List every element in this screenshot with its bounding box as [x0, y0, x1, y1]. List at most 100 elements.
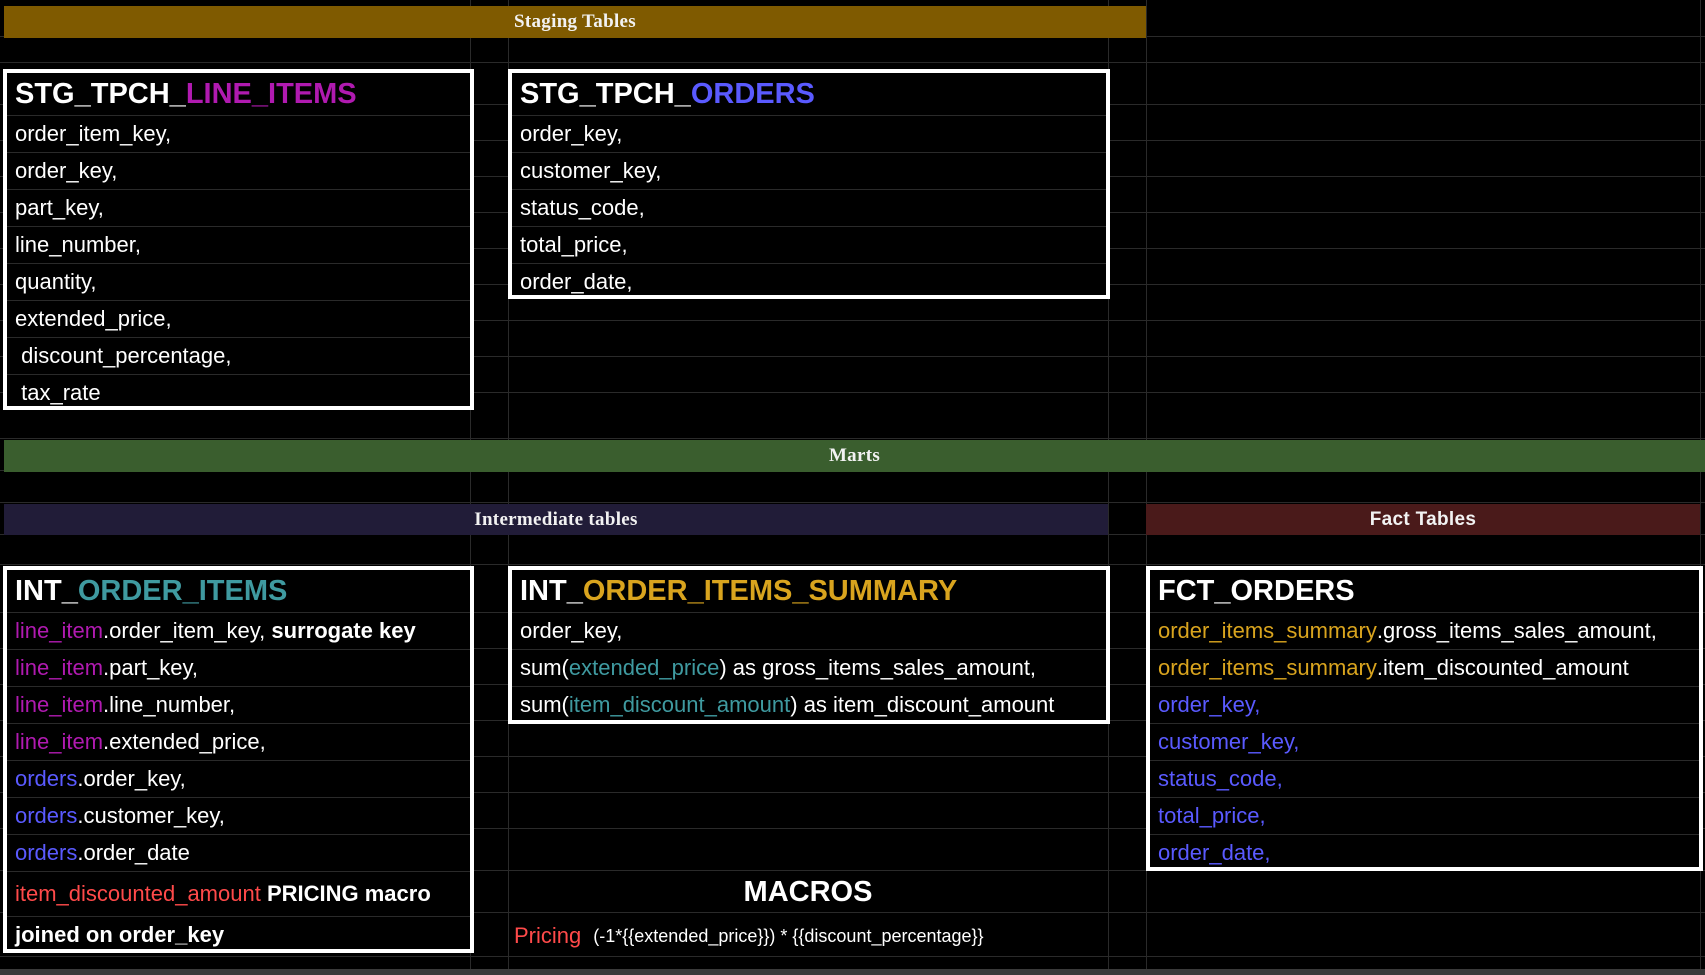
- title-suffix: ORDER_ITEMS: [77, 574, 288, 607]
- title-prefix: INT_: [520, 574, 583, 607]
- macros-heading: MACROS: [743, 875, 873, 908]
- table-row: total_price,: [1150, 798, 1699, 835]
- column-name: extended_price,: [15, 306, 172, 331]
- column-name: order_key,: [15, 158, 118, 183]
- table-row: order_items_summary .item_discounted_amou…: [1150, 650, 1699, 687]
- column-name: .order_date: [77, 840, 190, 865]
- table-row: joined on order_key: [7, 917, 470, 953]
- column-name: quantity,: [15, 269, 97, 294]
- table-row: total_price,: [512, 227, 1106, 264]
- column-name: order_item_key,: [15, 121, 172, 146]
- source-alias: orders: [15, 766, 78, 791]
- spreadsheet: Staging Tables Marts Intermediate tables…: [0, 0, 1705, 975]
- int-order-items-table: INT_ ORDER_ITEMS line_item .order_item_key…: [3, 566, 474, 953]
- macro-expression: (-1*{{extended_price}}) * {{discount_per…: [593, 925, 984, 946]
- column-name: .item_discounted_amount: [1376, 655, 1629, 680]
- expression-part: ) as item_discount_amount: [790, 692, 1055, 717]
- column-name: status_code,: [1158, 766, 1283, 791]
- table-row: orders .order_date: [7, 835, 470, 872]
- macro-definition: Pricing (-1*{{extended_price}}) * {{disc…: [514, 918, 984, 954]
- stg-line-items-table: STG_TPCH_ LINE_ITEMS order_item_key, orde…: [3, 69, 474, 410]
- table-row: tax_rate: [7, 375, 470, 411]
- column-note: surrogate key: [271, 618, 416, 643]
- source-alias: order_items_summary: [1158, 618, 1377, 643]
- column-name: order_key,: [520, 121, 623, 146]
- column-name: discount_percentage,: [15, 343, 232, 368]
- table-row: orders .order_key,: [7, 761, 470, 798]
- column-name: order_key,: [520, 618, 623, 643]
- title-prefix: STG_TPCH_: [15, 77, 186, 110]
- expression-column: extended_price: [568, 655, 720, 680]
- table-row: order_items_summary .gross_items_sales_am…: [1150, 613, 1699, 650]
- grid-line: [0, 564, 1705, 565]
- table-row: orders .customer_key,: [7, 798, 470, 835]
- source-alias: line_item: [15, 692, 104, 717]
- source-alias: line_item: [15, 729, 104, 754]
- table-row: order_key,: [1150, 687, 1699, 724]
- int-order-items-summary-table: INT_ ORDER_ITEMS_SUMMARY order_key, sum(e…: [508, 566, 1110, 724]
- column-name: .gross_items_sales_amount,: [1376, 618, 1657, 643]
- marts-banner: Marts: [4, 440, 1705, 472]
- table-row: item_discounted_amount PRICING macro: [7, 872, 470, 917]
- expression-part: ) as gross_items_sales_amount,: [719, 655, 1037, 680]
- table-row: line_item .line_number,: [7, 687, 470, 724]
- column-name: total_price,: [1158, 803, 1266, 828]
- grid-line: [0, 438, 1705, 439]
- intermediate-tables-banner: Intermediate tables: [4, 504, 1108, 535]
- table-row: status_code,: [512, 190, 1106, 227]
- table-title: INT_ ORDER_ITEMS: [7, 570, 470, 613]
- table-title: STG_TPCH_ ORDERS: [512, 73, 1106, 116]
- table-row: order_date,: [512, 264, 1106, 300]
- title-text: FCT_ORDERS: [1158, 574, 1355, 607]
- table-row: sum(item_discount_amount) as item_discou…: [512, 687, 1106, 723]
- column-note: PRICING macro: [260, 881, 431, 906]
- fct-orders-table: FCT_ORDERS order_items_summary .gross_ite…: [1146, 566, 1703, 871]
- column-name: order_date,: [1158, 840, 1271, 865]
- table-row: extended_price,: [7, 301, 470, 338]
- staging-tables-label: Staging Tables: [514, 11, 636, 32]
- table-row: line_item .extended_price,: [7, 724, 470, 761]
- column-name: .customer_key,: [77, 803, 225, 828]
- table-row: line_item .order_item_key, surrogate key: [7, 613, 470, 650]
- column-name: total_price,: [520, 232, 628, 257]
- table-row: status_code,: [1150, 761, 1699, 798]
- horizontal-scrollbar[interactable]: [0, 969, 1705, 975]
- column-name: .order_key,: [77, 766, 186, 791]
- grid-line: [0, 956, 1705, 957]
- column-name: order_date,: [520, 269, 633, 294]
- table-row: order_key,: [512, 116, 1106, 153]
- column-name: .extended_price,: [103, 729, 266, 754]
- join-note: joined on order_key: [15, 922, 225, 947]
- source-alias: orders: [15, 840, 78, 865]
- table-row: order_key,: [512, 613, 1106, 650]
- column-name: .part_key,: [103, 655, 199, 680]
- table-row: part_key,: [7, 190, 470, 227]
- column-name: tax_rate: [15, 380, 101, 405]
- table-row: order_date,: [1150, 835, 1699, 871]
- table-title: STG_TPCH_ LINE_ITEMS: [7, 73, 470, 116]
- table-row: customer_key,: [512, 153, 1106, 190]
- title-suffix: LINE_ITEMS: [185, 77, 357, 110]
- expression-column: item_discount_amount: [568, 692, 791, 717]
- title-prefix: STG_TPCH_: [520, 77, 691, 110]
- macro-column: item_discounted_amount: [15, 881, 261, 906]
- source-alias: orders: [15, 803, 78, 828]
- stg-orders-table: STG_TPCH_ ORDERS order_key, customer_key,…: [508, 69, 1110, 299]
- grid-line: [0, 502, 1705, 503]
- column-name: customer_key,: [1158, 729, 1300, 754]
- expression-part: sum(: [520, 655, 569, 680]
- column-name: part_key,: [15, 195, 104, 220]
- title-suffix: ORDERS: [690, 77, 815, 110]
- macro-name: Pricing: [514, 923, 582, 948]
- table-row: order_key,: [7, 153, 470, 190]
- expression-part: sum(: [520, 692, 569, 717]
- fact-tables-label: Fact Tables: [1369, 508, 1477, 530]
- table-row: line_number,: [7, 227, 470, 264]
- table-row: discount_percentage,: [7, 338, 470, 375]
- table-row: customer_key,: [1150, 724, 1699, 761]
- fact-tables-banner: Fact Tables: [1146, 504, 1700, 535]
- column-name: .order_item_key,: [103, 618, 272, 643]
- column-name: customer_key,: [520, 158, 662, 183]
- table-title: INT_ ORDER_ITEMS_SUMMARY: [512, 570, 1106, 613]
- intermediate-tables-label: Intermediate tables: [474, 508, 638, 530]
